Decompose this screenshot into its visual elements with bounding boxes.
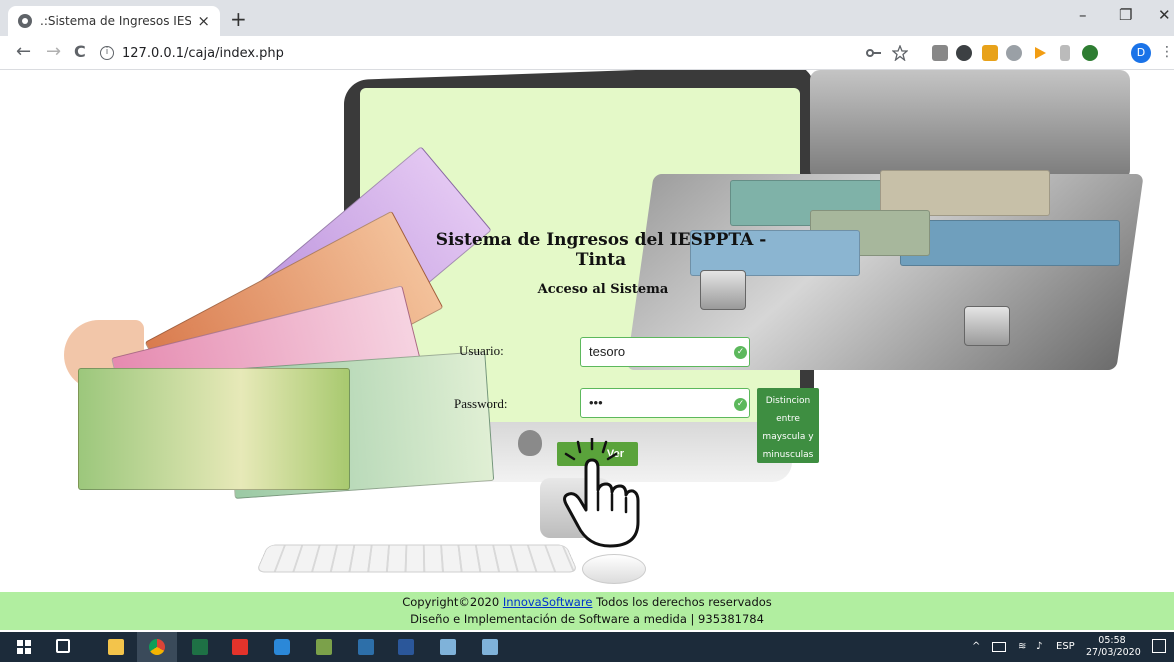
wifi-icon[interactable]: ≋	[1018, 641, 1026, 652]
extension-translate-icon[interactable]	[1006, 45, 1022, 61]
case-sensitivity-hint: Distincion entre mayscula y minusculas	[757, 388, 819, 463]
tab-close-button[interactable]: ×	[197, 12, 210, 30]
app-shortcut-icon[interactable]	[440, 639, 456, 655]
screenshot-root: .:Sistema de Ingresos IESPPTA:. × + – ❐ …	[0, 0, 1174, 662]
mouse-image	[582, 554, 646, 584]
star-icon[interactable]	[891, 44, 909, 62]
maximize-button[interactable]: ❐	[1119, 6, 1132, 24]
windows-taskbar: ^ ≋ ♪ ESP 05:58 27/03/2020	[0, 632, 1174, 662]
package-app-icon[interactable]	[274, 639, 290, 655]
username-label: Usuario:	[459, 343, 504, 358]
clock-date: 27/03/2020	[1086, 647, 1141, 658]
system-clock[interactable]: 05:58 27/03/2020	[1086, 635, 1141, 659]
network-icon[interactable]	[992, 642, 1006, 652]
extension-play-icon[interactable]	[1032, 45, 1048, 61]
excel-icon[interactable]	[192, 639, 208, 655]
chrome-icon[interactable]	[149, 639, 165, 655]
minimize-button[interactable]: –	[1079, 6, 1087, 24]
page-footer: Copyright©2020 InnovaSoftware Todos los …	[0, 592, 1174, 630]
company-link[interactable]: InnovaSoftware	[503, 595, 593, 609]
volume-icon[interactable]: ♪	[1036, 641, 1042, 652]
briefcase-lock	[964, 306, 1010, 346]
banknote-stack	[900, 220, 1120, 266]
apple-logo-icon	[518, 430, 542, 456]
login-subtitle: Acceso al Sistema	[537, 282, 669, 297]
check-icon: ✓	[734, 346, 747, 359]
pdf-reader-icon[interactable]	[232, 639, 248, 655]
password-label: Password:	[454, 396, 508, 411]
key-icon[interactable]	[866, 45, 882, 61]
profile-avatar[interactable]: D	[1131, 43, 1151, 63]
login-page: Sistema de Ingresos del IESPPTA - Tinta …	[0, 70, 1174, 592]
briefcase-lid	[810, 70, 1130, 180]
keyboard-image	[255, 544, 579, 573]
banknote-10	[78, 368, 350, 490]
word-icon[interactable]	[398, 639, 414, 655]
photos-icon[interactable]	[358, 639, 374, 655]
back-button[interactable]: ←	[16, 41, 31, 62]
browser-toolbar: ← → C i 127.0.0.1/caja/index.php D ⋮	[0, 36, 1174, 70]
notifications-icon[interactable]	[1152, 639, 1166, 653]
extension-download-icon[interactable]	[956, 45, 972, 61]
url-text: 127.0.0.1/caja/index.php	[122, 45, 284, 61]
reload-button[interactable]: C	[74, 42, 86, 61]
footer-copyright-line: Copyright©2020 InnovaSoftware Todos los …	[0, 594, 1174, 611]
info-icon[interactable]: i	[100, 46, 114, 60]
browser-tab[interactable]: .:Sistema de Ingresos IESPPTA:. ×	[8, 6, 220, 36]
browser-menu-icon[interactable]: ⋮	[1160, 44, 1174, 60]
tab-title: .:Sistema de Ingresos IESPPTA:.	[40, 14, 192, 28]
clock-time: 05:58	[1098, 635, 1126, 646]
app-shortcut-icon[interactable]	[482, 639, 498, 655]
footer-contact-line: Diseño e Implementación de Software a me…	[410, 612, 764, 626]
address-bar[interactable]: i 127.0.0.1/caja/index.php	[100, 40, 500, 66]
drawing-app-icon[interactable]	[316, 639, 332, 655]
check-icon: ✓	[734, 398, 747, 411]
task-view-icon[interactable]	[56, 639, 70, 653]
username-input[interactable]: tesoro	[580, 337, 750, 367]
login-title: Sistema de Ingresos del IESPPTA - Tinta	[435, 230, 767, 270]
windows-start-icon[interactable]	[17, 640, 31, 654]
copyright-prefix: Copyright©2020	[402, 595, 500, 609]
forward-button[interactable]: →	[46, 41, 61, 62]
extension-eyedropper-icon[interactable]	[932, 45, 948, 61]
tray-chevron-icon[interactable]: ^	[972, 641, 980, 652]
file-explorer-icon[interactable]	[108, 639, 124, 655]
globe-icon	[18, 14, 32, 28]
close-window-button[interactable]: ✕	[1158, 6, 1171, 24]
language-indicator[interactable]: ESP	[1056, 641, 1075, 652]
copyright-suffix: Todos los derechos reservados	[596, 595, 772, 609]
password-input[interactable]: •••	[580, 388, 750, 418]
extension-globe-icon[interactable]	[1082, 45, 1098, 61]
briefcase-image	[626, 70, 1144, 370]
pointer-hand-icon	[563, 438, 640, 548]
new-tab-button[interactable]: +	[230, 7, 247, 31]
browser-tab-strip: .:Sistema de Ingresos IESPPTA:. × + – ❐ …	[0, 0, 1174, 36]
extension-save-icon[interactable]	[982, 45, 998, 61]
extension-mic-icon[interactable]	[1060, 45, 1070, 61]
